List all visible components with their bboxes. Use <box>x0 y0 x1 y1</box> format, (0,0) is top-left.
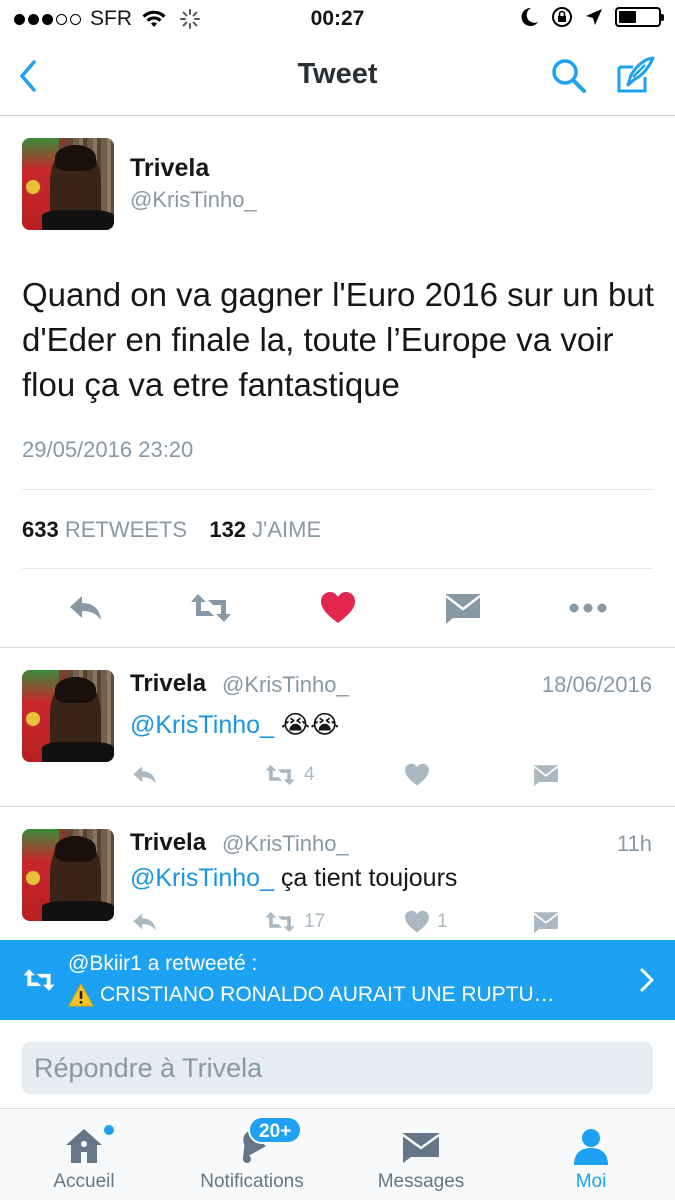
moon-icon <box>521 7 538 26</box>
tab-me[interactable]: Moi <box>507 1109 675 1200</box>
reply-composer <box>0 1020 675 1108</box>
location-arrow-icon <box>586 9 602 25</box>
chevron-right-icon[interactable] <box>639 967 655 993</box>
like-button[interactable]: 1 <box>403 909 448 935</box>
retweet-icon[interactable] <box>189 590 233 626</box>
avatar[interactable] <box>22 829 114 921</box>
tab-home-label: Accueil <box>53 1171 115 1192</box>
reply-icon <box>133 766 156 784</box>
warning-icon <box>68 983 94 1007</box>
reply-body: ça tient toujours <box>273 864 458 892</box>
retweet-count: 4 <box>304 764 315 785</box>
search-icon[interactable] <box>549 56 589 96</box>
more-options-icon[interactable] <box>568 590 608 626</box>
envelope-icon <box>402 1133 440 1163</box>
tab-home[interactable]: Accueil <box>0 1109 168 1200</box>
notifications-badge: 20+ <box>248 1116 303 1144</box>
reply-text: @KrisTinho_ ça tient toujours <box>130 864 457 893</box>
retweets-count[interactable]: 633 <box>22 517 59 542</box>
retweet-icon <box>23 969 55 991</box>
rotation-lock-icon <box>552 7 572 27</box>
tweet-stats: 633 RETWEETS 132 J'AIME <box>22 517 321 543</box>
retweet-count: 17 <box>304 911 326 932</box>
tweet-text: Quand on va gagner l'Euro 2016 sur un bu… <box>22 276 654 403</box>
like-heart-icon[interactable] <box>318 590 358 626</box>
retweet-notification-banner[interactable]: @Bkiir1 a retweeté : CRISTIANO RONALDO A… <box>0 940 675 1020</box>
author-name[interactable]: Trivela <box>130 154 209 183</box>
tweet-actions <box>0 580 675 636</box>
like-count: 1 <box>437 911 448 932</box>
avatar[interactable] <box>22 138 114 230</box>
home-icon <box>66 1129 102 1163</box>
nav-bar: Tweet <box>0 38 675 116</box>
reply-input[interactable] <box>22 1042 653 1094</box>
reply-icon <box>133 913 156 931</box>
banner-headline-text: CRISTIANO RONALDO AURAIT UNE RUPTU… <box>100 983 555 1006</box>
reply-author-handle[interactable]: @KrisTinho_ <box>222 672 349 698</box>
direct-message-icon[interactable] <box>443 590 483 626</box>
envelope-icon <box>533 765 559 787</box>
heart-icon <box>405 910 429 933</box>
heart-icon <box>405 763 429 786</box>
message-button[interactable] <box>532 762 560 788</box>
avatar[interactable] <box>22 670 114 762</box>
like-button[interactable] <box>403 762 437 788</box>
reply-button[interactable] <box>130 909 160 935</box>
divider <box>0 806 675 807</box>
reply-text: @KrisTinho_ 😭😭 <box>130 710 339 740</box>
reply-icon[interactable] <box>66 590 106 626</box>
tweet-timestamp: 29/05/2016 23:20 <box>22 437 194 462</box>
tab-bar: Accueil Notifications Messages Moi <box>0 1108 675 1200</box>
author-handle[interactable]: @KrisTinho_ <box>130 187 257 213</box>
tab-me-label: Moi <box>575 1171 607 1192</box>
tab-messages-label: Messages <box>377 1171 465 1192</box>
divider <box>0 647 675 648</box>
retweet-icon <box>265 764 295 786</box>
new-content-indicator <box>104 1125 114 1135</box>
banner-headline: CRISTIANO RONALDO AURAIT UNE RUPTU… <box>68 983 555 1007</box>
person-icon <box>574 1129 608 1165</box>
reply-body: 😭😭 <box>273 711 340 739</box>
divider <box>22 568 653 569</box>
retweet-icon <box>265 911 295 933</box>
status-right <box>521 6 664 28</box>
envelope-icon <box>533 912 559 934</box>
divider <box>22 489 653 490</box>
message-button[interactable] <box>532 909 560 935</box>
likes-label[interactable]: J'AIME <box>252 517 321 542</box>
reply-author-name[interactable]: Trivela <box>130 829 206 857</box>
banner-retweeter: @Bkiir1 a retweeté : <box>68 952 258 975</box>
mention-link[interactable]: @KrisTinho_ <box>130 864 274 892</box>
likes-count[interactable]: 132 <box>209 517 246 542</box>
battery-icon <box>615 7 664 27</box>
reply-button[interactable] <box>130 762 160 788</box>
retweets-label[interactable]: RETWEETS <box>65 517 187 542</box>
retweet-button[interactable]: 17 <box>262 909 325 935</box>
retweet-button[interactable]: 4 <box>262 762 315 788</box>
reply-timestamp: 18/06/2016 <box>541 672 652 697</box>
reply-author-name[interactable]: Trivela <box>130 670 206 698</box>
reply-author-handle[interactable]: @KrisTinho_ <box>222 831 349 857</box>
compose-tweet-icon[interactable] <box>615 55 657 97</box>
reply-timestamp: 11h <box>616 831 652 856</box>
status-bar: SFR 00:27 <box>0 0 675 38</box>
tab-notifications-label: Notifications <box>200 1171 304 1192</box>
tab-messages[interactable]: Messages <box>337 1109 505 1200</box>
mention-link[interactable]: @KrisTinho_ <box>130 711 274 739</box>
